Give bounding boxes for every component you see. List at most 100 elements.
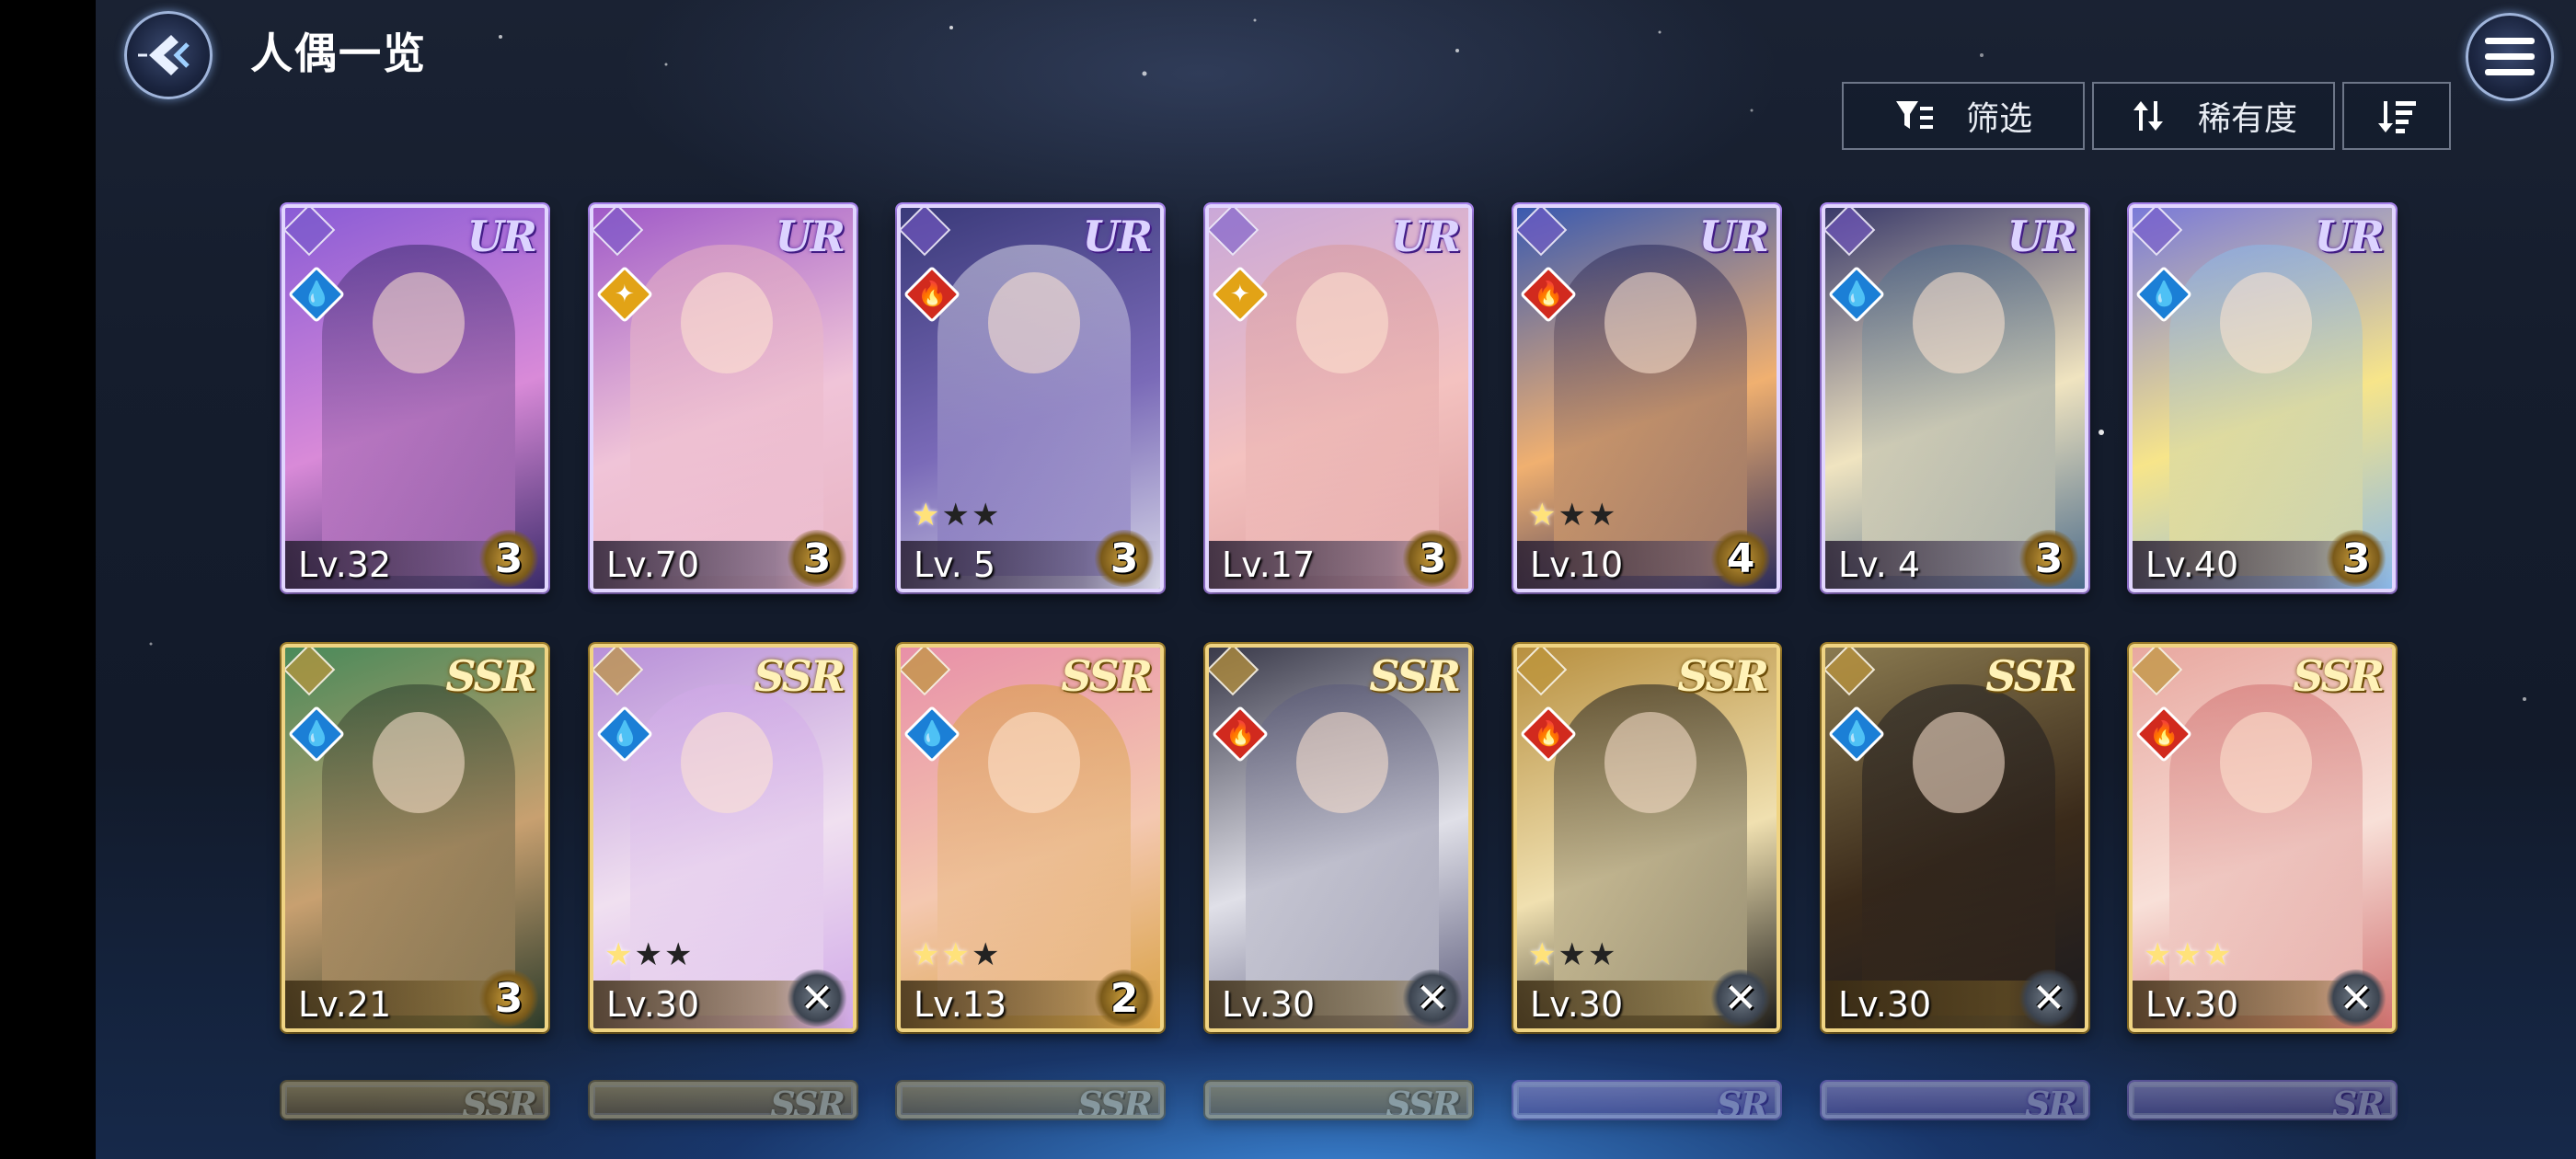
level-label: Lv.30 xyxy=(1838,984,1932,1025)
rank-emblem: 3 xyxy=(1402,530,1463,587)
rank-emblem: 3 xyxy=(787,530,847,587)
star-rating: ★★★ xyxy=(1528,497,1618,534)
rank-number: ✕ xyxy=(799,974,834,1022)
rarity-label: SSR xyxy=(1061,651,1153,701)
star-rating: ★★★ xyxy=(912,497,1002,534)
back-arrow-icon xyxy=(138,35,190,75)
star-rating: ★★★ xyxy=(2144,936,2234,973)
rank-emblem: 4 xyxy=(1710,530,1771,587)
rarity-label: SSR xyxy=(1077,1084,1153,1119)
menu-button[interactable] xyxy=(2466,13,2554,101)
rarity-label: SR xyxy=(2024,1084,2077,1119)
doll-card[interactable]: SSR 💧 Lv.21 3 xyxy=(282,644,548,1032)
level-label: Lv.10 xyxy=(1530,545,1624,585)
level-label: Lv.30 xyxy=(1222,984,1316,1025)
rank-emblem-locked-icon: ✕ xyxy=(1402,970,1463,1027)
level-label: Lv.30 xyxy=(2145,984,2239,1025)
left-black-bar xyxy=(0,0,96,1159)
rarity-label: SSR xyxy=(445,651,537,701)
rank-emblem: 3 xyxy=(478,970,539,1027)
sort-order-button[interactable] xyxy=(2342,82,2451,150)
hamburger-menu-icon xyxy=(2485,38,2535,75)
rank-number: 3 xyxy=(1418,534,1447,582)
rarity-label: SSR xyxy=(753,651,845,701)
rarity-label: UR xyxy=(2007,212,2077,261)
rank-number: ✕ xyxy=(1723,974,1758,1022)
sort-rarity-button[interactable]: 稀有度 xyxy=(2092,82,2335,150)
doll-card[interactable]: SSR 🔥 ★★★ Lv.30 ✕ xyxy=(1513,644,1780,1032)
star-rating: ★★★ xyxy=(1528,936,1618,973)
doll-card-partial[interactable]: SSR xyxy=(1205,1082,1472,1119)
rarity-label: UR xyxy=(775,212,845,261)
doll-card[interactable]: SSR 💧 ★★★ Lv.13 2 xyxy=(897,644,1164,1032)
doll-card[interactable]: SSR 💧 Lv.30 ✕ xyxy=(1822,644,2088,1032)
rank-number: 3 xyxy=(1110,534,1139,582)
level-label: Lv.13 xyxy=(914,984,1007,1025)
rarity-label: UR xyxy=(1390,212,1461,261)
level-label: Lv.70 xyxy=(606,545,700,585)
doll-card[interactable]: UR ✦ Lv.70 3 xyxy=(590,204,857,592)
rarity-label: SSR xyxy=(2293,651,2385,701)
rank-emblem: 2 xyxy=(1094,970,1155,1027)
level-label: Lv.30 xyxy=(606,984,700,1025)
rarity-label: SSR xyxy=(1985,651,2077,701)
doll-card-partial[interactable]: SSR xyxy=(282,1082,548,1119)
star-rating: ★★★ xyxy=(604,936,695,973)
rank-number: ✕ xyxy=(1415,974,1450,1022)
rank-emblem-locked-icon: ✕ xyxy=(2018,970,2079,1027)
rarity-label: SSR xyxy=(770,1084,845,1119)
rarity-label: SSR xyxy=(462,1084,537,1119)
doll-card-partial[interactable]: SR xyxy=(1513,1082,1780,1119)
doll-card[interactable]: UR 💧 Lv.32 3 xyxy=(282,204,548,592)
doll-card[interactable]: UR 💧 Lv. 43 xyxy=(1822,204,2088,592)
level-label: Lv.30 xyxy=(1530,984,1624,1025)
rank-number: ✕ xyxy=(2031,974,2066,1022)
rank-emblem-locked-icon: ✕ xyxy=(787,970,847,1027)
doll-card[interactable]: SSR 💧 ★★★ Lv.30 ✕ xyxy=(590,644,857,1032)
rarity-label: SR xyxy=(1716,1084,1769,1119)
level-label: Lv.17 xyxy=(1222,545,1316,585)
filter-label: 筛选 xyxy=(1965,100,2032,138)
rarity-label: UR xyxy=(466,212,537,261)
sort-label: 稀有度 xyxy=(2197,100,2297,138)
filter-icon xyxy=(1895,101,1933,129)
doll-card-partial[interactable]: SR xyxy=(1822,1082,2088,1119)
page-title: 人偶一览 xyxy=(250,29,427,78)
rank-emblem-locked-icon: ✕ xyxy=(1710,970,1771,1027)
rank-number: 4 xyxy=(1726,534,1755,582)
rank-number: 3 xyxy=(494,534,523,582)
doll-card-partial[interactable]: SR xyxy=(2129,1082,2396,1119)
rank-number: 3 xyxy=(2341,534,2371,582)
rank-emblem: 3 xyxy=(2018,530,2079,587)
filter-button[interactable]: 筛选 xyxy=(1842,82,2085,150)
rank-number: 3 xyxy=(2034,534,2064,582)
rarity-label: SSR xyxy=(1386,1084,1461,1119)
level-label: Lv.32 xyxy=(298,545,392,585)
rank-number: ✕ xyxy=(2339,974,2374,1022)
doll-card[interactable]: SSR 🔥 ★★★ Lv.30 ✕ xyxy=(2129,644,2396,1032)
doll-card-partial[interactable]: SSR xyxy=(590,1082,857,1119)
rank-emblem: 3 xyxy=(478,530,539,587)
rarity-label: UR xyxy=(1082,212,1153,261)
sort-descending-icon xyxy=(2378,101,2416,133)
back-button[interactable] xyxy=(109,9,228,101)
rarity-label: UR xyxy=(2314,212,2385,261)
rarity-label: UR xyxy=(1698,212,1769,261)
doll-card[interactable]: UR 🔥 ★★★ Lv. 53 xyxy=(897,204,1164,592)
doll-list-screen: 人偶一览 筛选 稀有度 UR 💧 Lv.32 3 UR ✦ Lv.70 3 UR… xyxy=(96,0,2576,1159)
rarity-label: SSR xyxy=(1677,651,1769,701)
level-label: Lv.40 xyxy=(2145,545,2239,585)
doll-card-partial[interactable]: SSR xyxy=(897,1082,1164,1119)
doll-card[interactable]: UR 💧 Lv.40 3 xyxy=(2129,204,2396,592)
rank-emblem: 3 xyxy=(1094,530,1155,587)
doll-card[interactable]: UR ✦ Lv.17 3 xyxy=(1205,204,1472,592)
rarity-label: SR xyxy=(2331,1084,2385,1119)
doll-card[interactable]: UR 🔥 ★★★ Lv.10 4 xyxy=(1513,204,1780,592)
doll-card[interactable]: SSR 🔥 Lv.30 ✕ xyxy=(1205,644,1472,1032)
rank-number: 2 xyxy=(1110,974,1139,1022)
level-label: Lv. 5 xyxy=(914,545,996,585)
level-label: Lv.21 xyxy=(298,984,392,1025)
sort-arrows-icon xyxy=(2133,101,2163,131)
rank-emblem-locked-icon: ✕ xyxy=(2326,970,2386,1027)
rarity-label: SSR xyxy=(1369,651,1461,701)
